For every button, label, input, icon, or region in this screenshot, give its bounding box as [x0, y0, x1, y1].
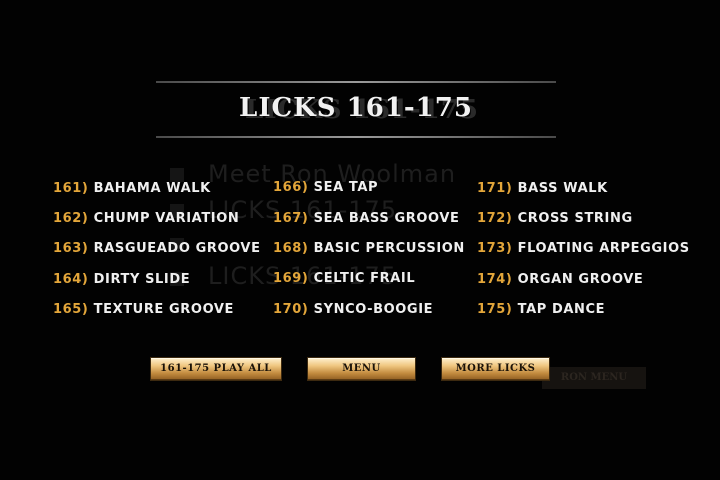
- lick-title: DIRTY SLIDE: [93, 272, 191, 287]
- lick-title: CROSS STRING: [517, 211, 633, 226]
- menu-button[interactable]: MENU: [307, 357, 416, 381]
- lick-title: RASGUEADO GROOVE: [93, 241, 261, 256]
- lick-175-link[interactable]: 175) TAP DANCE: [477, 302, 605, 317]
- lick-number: 169): [273, 271, 309, 286]
- lick-title: BAHAMA WALK: [93, 181, 211, 196]
- lick-title: SYNCO-BOOGIE: [313, 302, 434, 317]
- lick-title: CELTIC FRAIL: [313, 271, 416, 286]
- ghost-menu-button: RON MENU: [542, 367, 646, 389]
- lick-title: SEA BASS GROOVE: [313, 211, 460, 226]
- lick-title: TEXTURE GROOVE: [93, 302, 235, 317]
- lick-number: 168): [273, 241, 309, 256]
- lick-166-link[interactable]: 166) SEA TAP: [273, 180, 378, 195]
- lick-163-link[interactable]: 163) RASGUEADO GROOVE: [53, 241, 261, 256]
- lick-number: 171): [477, 181, 513, 196]
- lick-title: BASIC PERCUSSION: [313, 241, 465, 256]
- banner-top-rule: [156, 81, 556, 83]
- lick-171-link[interactable]: 171) BASS WALK: [477, 181, 608, 196]
- lick-169-link[interactable]: 169) CELTIC FRAIL: [273, 271, 415, 286]
- lick-number: 173): [477, 241, 513, 256]
- lick-title: SEA TAP: [313, 180, 379, 195]
- more-licks-button[interactable]: MORE LICKS: [441, 357, 550, 381]
- banner-bottom-rule: [156, 136, 556, 138]
- lick-168-link[interactable]: 168) BASIC PERCUSSION: [273, 241, 465, 256]
- lick-number: 165): [53, 302, 89, 317]
- lick-172-link[interactable]: 172) CROSS STRING: [477, 211, 633, 226]
- lick-170-link[interactable]: 170) SYNCO-BOOGIE: [273, 302, 433, 317]
- lick-161-link[interactable]: 161) BAHAMA WALK: [53, 181, 211, 196]
- lick-number: 162): [53, 211, 89, 226]
- lick-number: 161): [53, 181, 89, 196]
- lick-173-link[interactable]: 173) FLOATING ARPEGGIOS: [477, 241, 690, 256]
- lick-number: 164): [53, 272, 89, 287]
- lick-number: 170): [273, 302, 309, 317]
- lick-167-link[interactable]: 167) SEA BASS GROOVE: [273, 211, 459, 226]
- lick-title: BASS WALK: [517, 181, 608, 196]
- lick-number: 174): [477, 272, 513, 287]
- play-all-button[interactable]: 161-175 PLAY ALL: [150, 357, 282, 381]
- dvd-menu-screen: Meet Ron Woolman LICKS 161-175 LICKS 161…: [0, 0, 720, 480]
- page-title: LICKS 161-175: [239, 93, 473, 123]
- lick-164-link[interactable]: 164) DIRTY SLIDE: [53, 272, 190, 287]
- lick-title: FLOATING ARPEGGIOS: [517, 241, 690, 256]
- lick-number: 175): [477, 302, 513, 317]
- lick-number: 172): [477, 211, 513, 226]
- lick-162-link[interactable]: 162) CHUMP VARIATION: [53, 211, 239, 226]
- lick-number: 163): [53, 241, 89, 256]
- lick-number: 167): [273, 211, 309, 226]
- lick-title: CHUMP VARIATION: [93, 211, 240, 226]
- lick-number: 166): [273, 180, 309, 195]
- lick-title: ORGAN GROOVE: [517, 272, 644, 287]
- lick-174-link[interactable]: 174) ORGAN GROOVE: [477, 272, 643, 287]
- ghost-bullet: [170, 168, 184, 182]
- lick-165-link[interactable]: 165) TEXTURE GROOVE: [53, 302, 234, 317]
- lick-title: TAP DANCE: [517, 302, 606, 317]
- title-banner: LICKS 161-175 LICKS 161-175: [156, 81, 556, 139]
